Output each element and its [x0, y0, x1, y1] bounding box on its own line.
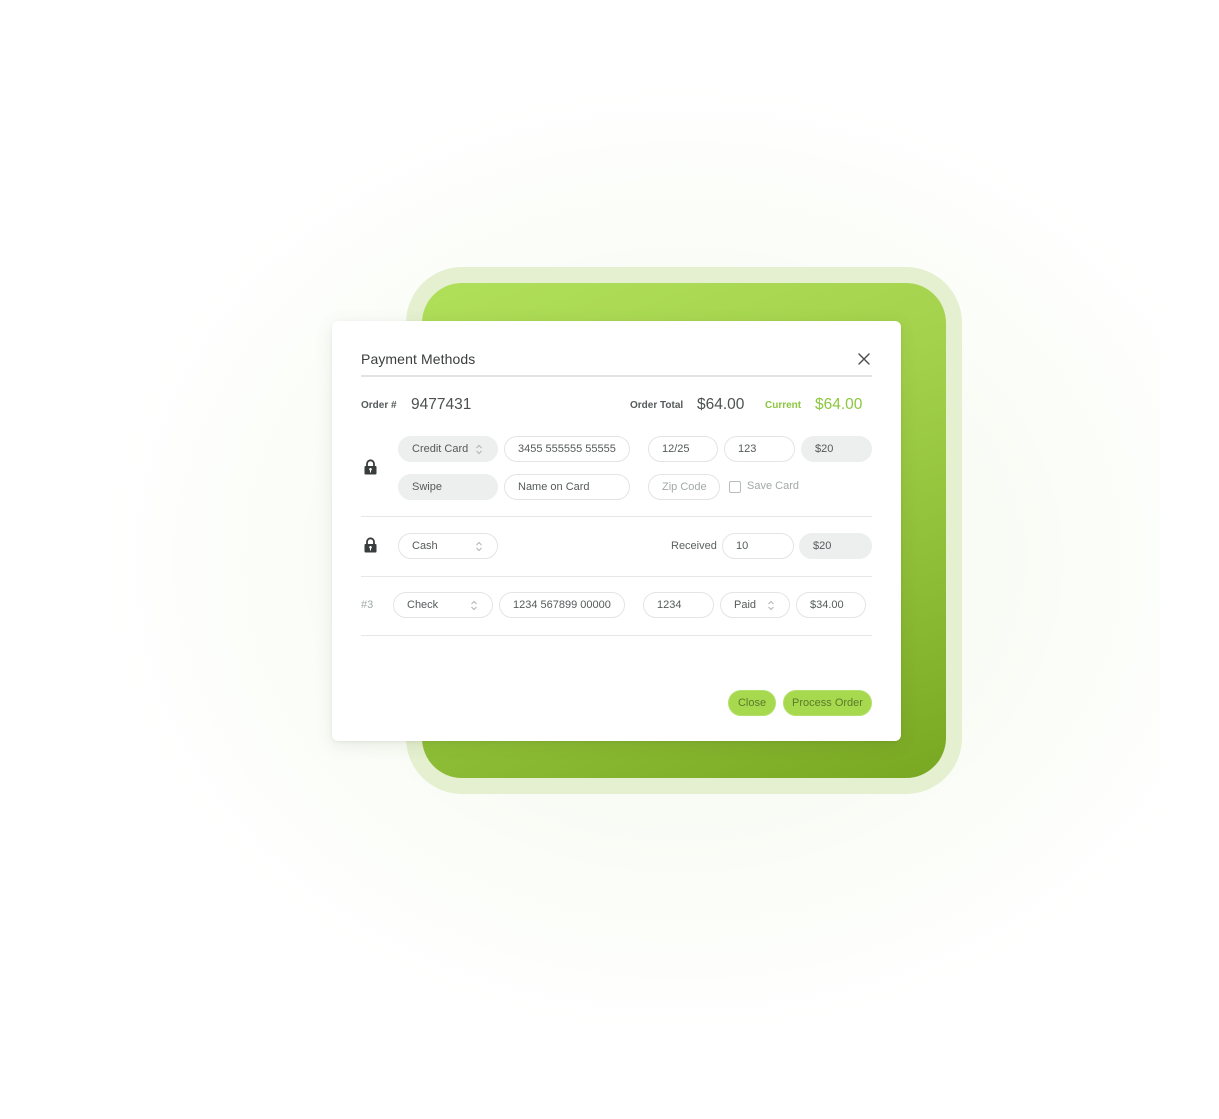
- chevron-up-down-icon: [471, 600, 477, 611]
- expiry-input[interactable]: 12/25: [648, 436, 718, 462]
- payment-type-value: Credit Card: [412, 443, 469, 455]
- check-type-select[interactable]: Check: [393, 592, 493, 618]
- row-divider: [361, 576, 872, 577]
- cvv-value: 123: [738, 443, 757, 455]
- cash-type-select[interactable]: Cash: [398, 533, 498, 559]
- order-total-label: Order Total: [630, 400, 684, 411]
- name-on-card-placeholder: Name on Card: [518, 481, 590, 493]
- payment-type-select[interactable]: Credit Card: [398, 436, 498, 462]
- row-divider: [361, 516, 872, 517]
- order-total-value: $64.00: [697, 396, 745, 413]
- chevron-up-down-icon: [768, 600, 774, 611]
- card-number-input[interactable]: 3455 555555 55555: [504, 436, 630, 462]
- account-number-value: 1234 567899 00000: [513, 599, 611, 611]
- cash-type-value: Cash: [412, 540, 438, 552]
- received-value: 10: [736, 540, 749, 552]
- zip-code-input[interactable]: Zip Code: [648, 474, 720, 500]
- received-input[interactable]: 10: [722, 533, 794, 559]
- entry-mode-value: Swipe: [412, 481, 442, 493]
- check-number-input[interactable]: 1234: [643, 592, 714, 618]
- received-label: Received: [671, 540, 717, 552]
- save-card-label: Save Card: [747, 480, 799, 492]
- order-number-label: Order #: [361, 400, 397, 411]
- process-order-button[interactable]: Process Order: [783, 690, 872, 716]
- entry-mode-field[interactable]: Swipe: [398, 474, 498, 500]
- current-value: $64.00: [815, 396, 863, 413]
- payment-methods-modal: Payment Methods Order # 9477431 Order To…: [332, 321, 901, 741]
- header-divider: [361, 375, 872, 377]
- modal-title: Payment Methods: [361, 351, 476, 367]
- account-number-input[interactable]: 1234 567899 00000: [499, 592, 625, 618]
- lock-icon: [363, 537, 378, 553]
- name-on-card-input[interactable]: Name on Card: [504, 474, 630, 500]
- cash-amount-value: $20: [813, 540, 832, 552]
- check-amount-input[interactable]: $34.00: [796, 592, 866, 618]
- chevron-up-down-icon: [476, 541, 482, 552]
- check-status-value: Paid: [734, 599, 757, 611]
- check-type-value: Check: [407, 599, 439, 611]
- cvv-input[interactable]: 123: [724, 436, 795, 462]
- card-number-value: 3455 555555 55555: [518, 443, 616, 455]
- check-amount-value: $34.00: [810, 599, 844, 611]
- check-number-value: 1234: [657, 599, 682, 611]
- zip-code-placeholder: Zip Code: [662, 481, 707, 493]
- close-button[interactable]: Close: [728, 690, 776, 716]
- chevron-up-down-icon: [476, 444, 482, 455]
- credit-card-amount-input[interactable]: $20: [801, 436, 872, 462]
- cash-amount-input[interactable]: $20: [799, 533, 872, 559]
- lock-icon: [363, 459, 378, 475]
- save-card-checkbox[interactable]: [729, 481, 741, 493]
- credit-card-amount-value: $20: [815, 443, 834, 455]
- close-icon[interactable]: [855, 350, 873, 368]
- check-index-label: #3: [361, 599, 374, 611]
- check-status-select[interactable]: Paid: [720, 592, 790, 618]
- order-number-value: 9477431: [411, 396, 472, 413]
- current-label: Current: [765, 400, 802, 411]
- row-divider: [361, 635, 872, 636]
- expiry-value: 12/25: [662, 443, 690, 455]
